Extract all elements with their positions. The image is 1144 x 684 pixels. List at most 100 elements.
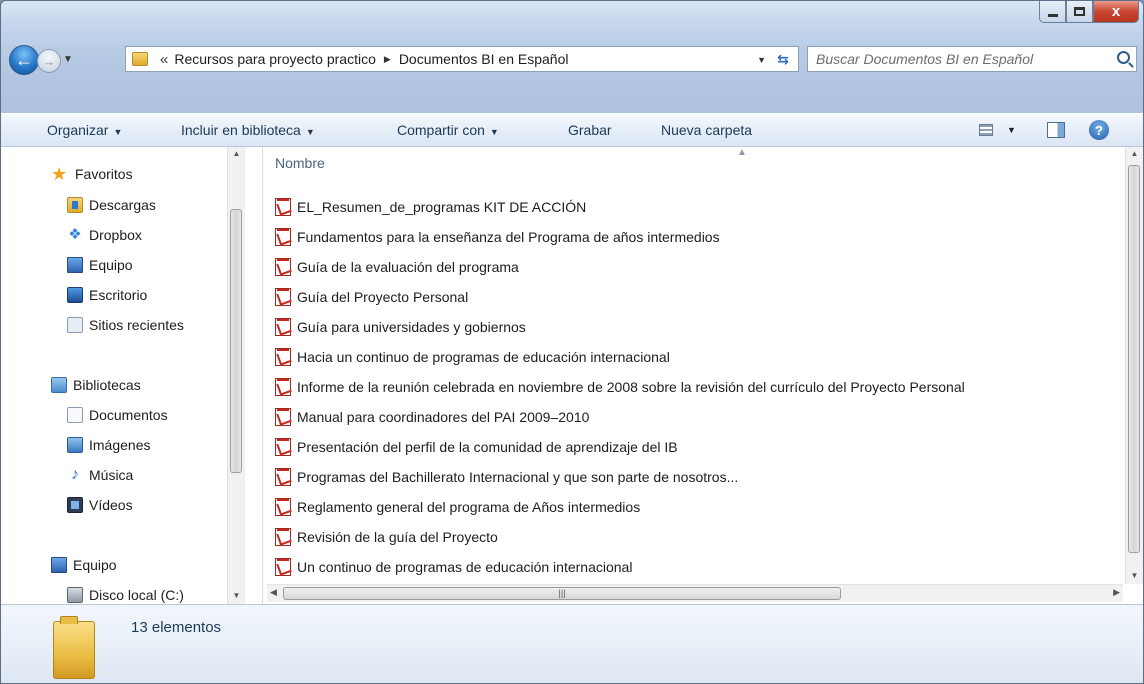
file-item[interactable]: Informe de la reunión celebrada en novie… bbox=[275, 374, 965, 400]
chevron-down-icon: ▼ bbox=[489, 127, 499, 137]
pdf-icon bbox=[275, 528, 291, 546]
nav-scroll-thumb[interactable] bbox=[230, 209, 242, 473]
folder-icon bbox=[132, 52, 148, 66]
nav-item-pictures[interactable]: Imágenes bbox=[67, 437, 150, 453]
file-name: Guía de la evaluación del programa bbox=[297, 259, 519, 275]
scroll-up-icon[interactable]: ▲ bbox=[1126, 149, 1143, 158]
search-box[interactable] bbox=[807, 46, 1137, 72]
chevron-down-icon: ▼ bbox=[305, 127, 315, 137]
nav-item-computer-fav[interactable]: Equipo bbox=[67, 257, 133, 273]
file-item[interactable]: Guía del Proyecto Personal bbox=[275, 284, 468, 310]
file-item[interactable]: Un continuo de programas de educación in… bbox=[275, 554, 632, 580]
nav-label: Imágenes bbox=[89, 437, 151, 453]
file-item[interactable]: Presentación del perfil de la comunidad … bbox=[275, 434, 678, 460]
minimize-button[interactable] bbox=[1039, 1, 1066, 23]
column-header-name[interactable]: Nombre bbox=[275, 155, 325, 171]
breadcrumb-arrow-icon[interactable]: ▶ bbox=[384, 54, 391, 65]
file-name: EL_Resumen_de_programas KIT DE ACCIÓN bbox=[297, 199, 587, 215]
details-pane: 13 elementos bbox=[1, 604, 1143, 683]
file-name: Programas del Bachillerato Internacional… bbox=[297, 469, 739, 485]
overflow-chevron[interactable]: « bbox=[160, 51, 168, 68]
main-vertical-scrollbar[interactable]: ▲ ▼ bbox=[1125, 147, 1143, 584]
organize-button[interactable]: Organizar ▼ bbox=[47, 122, 122, 138]
forward-button[interactable]: → bbox=[37, 49, 61, 73]
file-item[interactable]: Fundamentos para la enseñanza del Progra… bbox=[275, 224, 720, 250]
nav-item-downloads[interactable]: Descargas bbox=[67, 197, 156, 213]
breadcrumb-item[interactable]: Recursos para proyecto practico bbox=[174, 51, 376, 67]
view-options-icon[interactable] bbox=[979, 124, 993, 136]
pdf-icon bbox=[275, 468, 291, 486]
window-controls: x bbox=[1039, 1, 1139, 23]
refresh-button[interactable]: ⇆ bbox=[772, 49, 794, 69]
breadcrumb-item[interactable]: Documentos BI en Español bbox=[399, 51, 569, 67]
scroll-left-icon[interactable]: ◀ bbox=[270, 587, 277, 598]
file-item[interactable]: Reglamento general del programa de Años … bbox=[275, 494, 640, 520]
nav-item-music[interactable]: ♪ Música bbox=[67, 467, 133, 484]
close-icon: x bbox=[1111, 3, 1121, 20]
nav-item-documents[interactable]: Documentos bbox=[67, 407, 168, 423]
forward-arrow-icon: → bbox=[42, 53, 56, 69]
file-item[interactable]: Programas del Bachillerato Internacional… bbox=[275, 464, 738, 490]
nav-item-recent[interactable]: Sitios recientes bbox=[67, 317, 184, 333]
search-input[interactable] bbox=[808, 51, 1098, 67]
main-scroll-thumb[interactable] bbox=[1128, 165, 1140, 553]
close-button[interactable]: x bbox=[1093, 1, 1139, 23]
nav-item-desktop[interactable]: Escritorio bbox=[67, 287, 147, 303]
pdf-icon bbox=[275, 228, 291, 246]
preview-pane-icon[interactable] bbox=[1047, 122, 1065, 138]
file-item[interactable]: Manual para coordinadores del PAI 2009–2… bbox=[275, 404, 589, 430]
nav-item-videos[interactable]: Vídeos bbox=[67, 497, 133, 513]
nav-label: Favoritos bbox=[75, 166, 133, 182]
file-name: Hacia un continuo de programas de educac… bbox=[297, 349, 670, 365]
help-icon[interactable]: ? bbox=[1089, 120, 1109, 140]
burn-button[interactable]: Grabar bbox=[568, 122, 612, 138]
share-with-button[interactable]: Compartir con ▼ bbox=[397, 122, 499, 138]
organize-label: Organizar bbox=[47, 122, 109, 138]
nav-item-favorites[interactable]: ★ Favoritos bbox=[51, 165, 133, 183]
file-name: Fundamentos para la enseñanza del Progra… bbox=[297, 229, 720, 245]
view-options-chevron-icon[interactable]: ▼ bbox=[1007, 125, 1016, 135]
new-folder-button[interactable]: Nueva carpeta bbox=[661, 122, 752, 138]
back-arrow-icon: ← bbox=[15, 49, 33, 70]
explorer-window: x ← → ▼ « Recursos para proyecto practic… bbox=[0, 0, 1144, 684]
disk-drive-icon bbox=[67, 587, 83, 603]
nav-label: Vídeos bbox=[89, 497, 133, 513]
pdf-icon bbox=[275, 318, 291, 336]
file-name: Reglamento general del programa de Años … bbox=[297, 499, 641, 515]
file-item[interactable]: EL_Resumen_de_programas KIT DE ACCIÓN bbox=[275, 194, 586, 220]
horizontal-scroll-thumb[interactable]: ||| bbox=[283, 587, 841, 600]
nav-item-dropbox[interactable]: ❖ Dropbox bbox=[67, 226, 142, 244]
burn-label: Grabar bbox=[568, 122, 612, 138]
pictures-icon bbox=[67, 437, 83, 453]
horizontal-scrollbar[interactable]: ◀ ||| ▶ bbox=[267, 584, 1123, 602]
nav-label: Equipo bbox=[73, 557, 117, 573]
file-item[interactable]: Hacia un continuo de programas de educac… bbox=[275, 344, 670, 370]
scroll-down-icon[interactable]: ▼ bbox=[1126, 571, 1143, 580]
address-dropdown-icon[interactable]: ▼ bbox=[757, 55, 766, 65]
scroll-down-icon[interactable]: ▼ bbox=[228, 591, 245, 600]
title-bar[interactable]: x bbox=[1, 1, 1143, 45]
nav-item-local-disk[interactable]: Disco local (C:) bbox=[67, 587, 184, 603]
minimize-icon bbox=[1047, 14, 1058, 17]
nav-vertical-scrollbar[interactable]: ▲ ▼ bbox=[227, 147, 245, 604]
back-button[interactable]: ← bbox=[9, 45, 39, 75]
file-name: Informe de la reunión celebrada en novie… bbox=[297, 379, 965, 395]
recent-pages-dropdown[interactable]: ▼ bbox=[63, 54, 73, 65]
file-item[interactable]: Guía de la evaluación del programa bbox=[275, 254, 519, 280]
pdf-icon bbox=[275, 498, 291, 516]
address-bar[interactable]: « Recursos para proyecto practico ▶ Docu… bbox=[125, 46, 799, 72]
file-name: Revisión de la guía del Proyecto bbox=[297, 529, 498, 545]
dropbox-icon: ❖ bbox=[68, 226, 82, 243]
folder-icon bbox=[53, 616, 95, 679]
file-item[interactable]: Guía para universidades y gobiernos bbox=[275, 314, 526, 340]
nav-item-libraries[interactable]: Bibliotecas bbox=[51, 377, 141, 393]
scroll-right-icon[interactable]: ▶ bbox=[1113, 587, 1120, 598]
scroll-up-icon[interactable]: ▲ bbox=[228, 149, 245, 158]
file-item[interactable]: Revisión de la guía del Proyecto bbox=[275, 524, 498, 550]
include-library-button[interactable]: Incluir en biblioteca ▼ bbox=[181, 122, 315, 138]
search-icon[interactable] bbox=[1117, 51, 1130, 64]
desktop-icon bbox=[67, 287, 83, 303]
nav-item-computer[interactable]: Equipo bbox=[51, 557, 117, 573]
share-with-label: Compartir con bbox=[397, 122, 485, 138]
maximize-button[interactable] bbox=[1066, 1, 1093, 23]
